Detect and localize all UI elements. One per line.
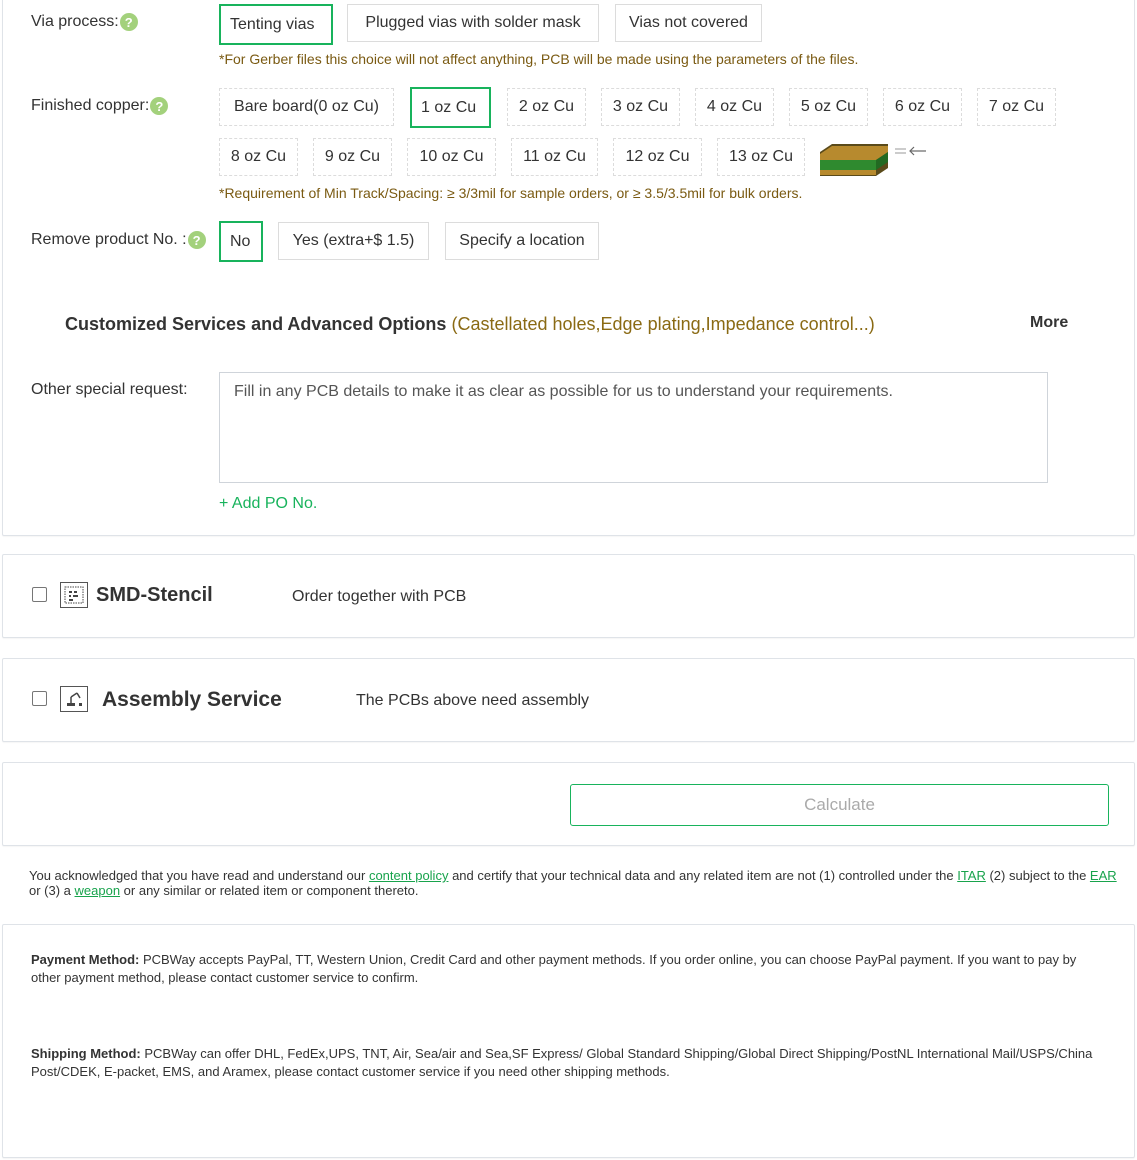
remove-product-no-label: Remove product No. : ? <box>31 231 206 249</box>
weapon-link[interactable]: weapon <box>75 883 121 898</box>
question-circle-icon[interactable]: ? <box>119 13 138 31</box>
add-po-link[interactable]: + Add PO No. <box>219 495 317 513</box>
option-copper-7oz[interactable]: 7 oz Cu <box>977 88 1056 126</box>
calculate-panel: Calculate <box>2 762 1135 846</box>
option-copper-11oz[interactable]: 11 oz Cu <box>511 138 598 176</box>
option-copper-6oz[interactable]: 6 oz Cu <box>883 88 962 126</box>
info-panel: Payment Method: PCBWay accepts PayPal, T… <box>2 924 1135 1158</box>
option-copper-3oz[interactable]: 3 oz Cu <box>601 88 680 126</box>
payment-method-text: Payment Method: PCBWay accepts PayPal, T… <box>31 952 1077 985</box>
option-copper-0oz[interactable]: Bare board(0 oz Cu) <box>219 88 394 126</box>
finished-copper-label: Finished copper: ? <box>31 97 169 115</box>
pcb-board-icon <box>820 144 888 176</box>
smd-stencil-checkbox[interactable] <box>32 587 47 602</box>
ear-link[interactable]: EAR <box>1090 868 1117 883</box>
option-copper-5oz[interactable]: 5 oz Cu <box>789 88 868 126</box>
arrow-left-icon <box>895 146 926 156</box>
stencil-icon <box>60 582 88 608</box>
special-request-label: Other special request: <box>31 381 188 398</box>
customized-services-toggle[interactable]: Customized Services and Advanced Options… <box>65 314 875 335</box>
option-copper-1oz[interactable]: 1 oz Cu <box>410 87 491 128</box>
copper-note: *Requirement of Min Track/Spacing: ≥ 3/3… <box>219 185 803 201</box>
assembly-title: Assembly Service <box>102 688 282 711</box>
smd-stencil-title: SMD-Stencil <box>96 584 213 606</box>
option-remove-yes[interactable]: Yes (extra+$ 1.5) <box>278 222 429 260</box>
option-copper-2oz[interactable]: 2 oz Cu <box>507 88 586 126</box>
option-copper-12oz[interactable]: 12 oz Cu <box>613 138 702 176</box>
special-request-input[interactable]: Fill in any PCB details to make it as cl… <box>219 372 1048 483</box>
assembly-subtitle: The PCBs above need assembly <box>356 692 590 709</box>
smd-stencil-subtitle: Order together with PCB <box>292 588 467 605</box>
assembly-service-panel: Assembly Service The PCBs above need ass… <box>2 658 1135 742</box>
assembly-checkbox[interactable] <box>32 691 47 706</box>
smd-stencil-panel: SMD-Stencil Order together with PCB <box>2 554 1135 638</box>
option-remove-no[interactable]: No <box>219 221 263 262</box>
option-copper-13oz[interactable]: 13 oz Cu <box>717 138 805 176</box>
via-process-label: Via process: ? <box>31 13 138 31</box>
calculate-button[interactable]: Calculate <box>570 784 1109 826</box>
option-copper-8oz[interactable]: 8 oz Cu <box>219 138 298 176</box>
shipping-method-text: Shipping Method: PCBWay can offer DHL, F… <box>31 1046 1093 1079</box>
option-specify-location[interactable]: Specify a location <box>445 222 599 260</box>
more-link[interactable]: More <box>1030 314 1068 332</box>
acknowledgement-text: You acknowledged that you have read and … <box>29 868 1117 898</box>
assembly-robot-icon <box>60 686 88 712</box>
option-plugged-vias[interactable]: Plugged vias with solder mask <box>347 4 599 42</box>
option-vias-not-covered[interactable]: Vias not covered <box>615 4 762 42</box>
question-circle-icon[interactable]: ? <box>150 97 169 115</box>
content-policy-link[interactable]: content policy <box>369 868 449 883</box>
itar-link[interactable]: ITAR <box>957 868 986 883</box>
via-process-note: *For Gerber files this choice will not a… <box>219 51 859 67</box>
option-tenting-vias[interactable]: Tenting vias <box>219 4 333 45</box>
question-circle-icon[interactable]: ? <box>187 231 206 249</box>
option-copper-4oz[interactable]: 4 oz Cu <box>695 88 774 126</box>
option-copper-9oz[interactable]: 9 oz Cu <box>313 138 392 176</box>
option-copper-10oz[interactable]: 10 oz Cu <box>407 138 496 176</box>
